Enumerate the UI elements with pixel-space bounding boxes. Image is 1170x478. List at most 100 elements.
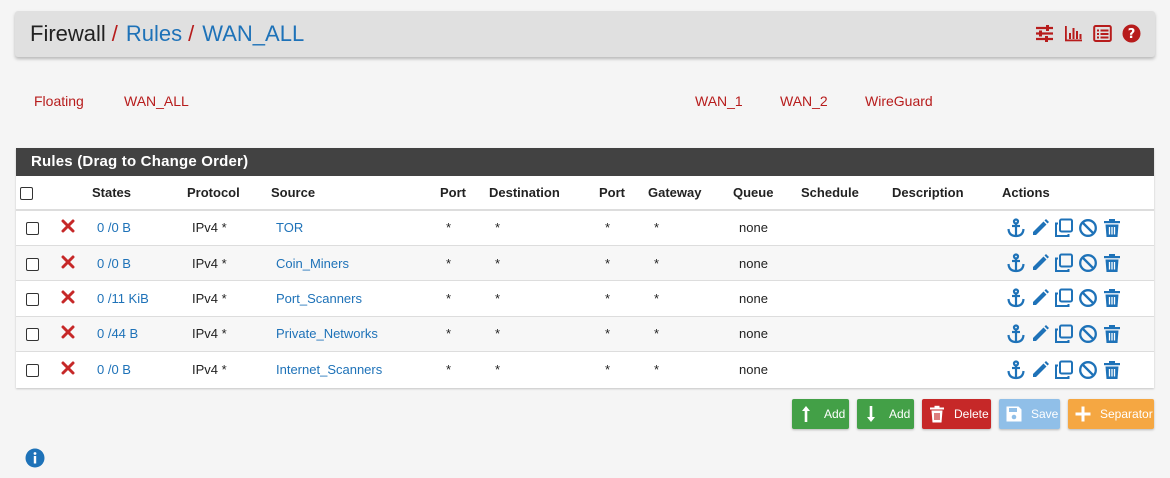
protocol-value: IPv4 * — [192, 255, 227, 271]
copy-icon[interactable] — [1054, 324, 1074, 344]
save-label: Save — [1031, 407, 1059, 421]
table-row[interactable]: 0 /0 B IPv4 * Internet_Scanners * * * * none — [16, 351, 1154, 387]
pencil-icon[interactable] — [1030, 360, 1050, 380]
select-all-checkbox[interactable] — [20, 187, 33, 201]
row-checkbox[interactable] — [26, 257, 39, 271]
source-alias-link[interactable]: TOR — [276, 220, 303, 235]
destination-port-value: * — [605, 362, 611, 377]
block-x-icon[interactable] — [61, 255, 75, 272]
source-alias-link[interactable]: Private_Networks — [276, 326, 378, 341]
copy-icon[interactable] — [1054, 218, 1074, 238]
tab-wan-1[interactable]: WAN_1 — [695, 93, 743, 109]
info-icon[interactable] — [25, 448, 45, 468]
list-icon[interactable] — [1093, 24, 1112, 43]
add-rule-top-button[interactable]: Add — [792, 399, 849, 429]
breadcrumb-wan-all-link[interactable]: WAN_ALL — [202, 21, 304, 47]
separator-label: Separator — [1100, 407, 1153, 421]
copy-icon[interactable] — [1054, 253, 1074, 273]
block-x-icon[interactable] — [61, 361, 75, 378]
source-alias-link[interactable]: Port_Scanners — [276, 291, 362, 306]
breadcrumb-rules-link[interactable]: Rules — [126, 21, 182, 47]
arrow-down-icon — [863, 405, 881, 423]
column-header-source: Source — [271, 176, 440, 211]
block-x-icon[interactable] — [61, 325, 75, 342]
protocol-value: IPv4 * — [192, 290, 227, 306]
gateway-value: * — [654, 290, 660, 306]
copy-icon[interactable] — [1054, 288, 1074, 308]
column-header-states: States — [92, 176, 187, 211]
trash-icon[interactable] — [1102, 360, 1122, 380]
pencil-icon[interactable] — [1030, 218, 1050, 238]
trash-icon[interactable] — [1102, 324, 1122, 344]
disable-icon[interactable] — [1078, 253, 1098, 273]
tab-floating[interactable]: Floating — [34, 93, 84, 109]
pencil-icon[interactable] — [1030, 288, 1050, 308]
anchor-icon[interactable] — [1006, 253, 1026, 273]
gateway-value: * — [654, 326, 660, 342]
protocol-value: IPv4 * — [192, 220, 227, 236]
column-header-queue: Queue — [733, 176, 801, 211]
breadcrumb-root: Firewall — [30, 21, 106, 46]
trash-icon[interactable] — [1102, 218, 1122, 238]
states-link[interactable]: 0 /0 B — [97, 256, 131, 271]
tab-wan-2[interactable]: WAN_2 — [780, 93, 828, 109]
delete-label: Delete — [954, 407, 989, 421]
table-row[interactable]: 0 /44 B IPv4 * Private_Networks * * * * none — [16, 315, 1154, 352]
queue-value: none — [739, 220, 768, 236]
gateway-value: * — [654, 255, 660, 271]
pencil-icon[interactable] — [1030, 253, 1050, 273]
row-checkbox[interactable] — [26, 328, 39, 342]
column-header-protocol: Protocol — [187, 176, 271, 211]
pencil-icon[interactable] — [1030, 324, 1050, 344]
table-row[interactable]: 0 /11 KiB IPv4 * Port_Scanners * * * * none — [16, 280, 1154, 317]
copy-icon[interactable] — [1054, 360, 1074, 380]
disable-icon[interactable] — [1078, 218, 1098, 238]
row-actions — [1006, 288, 1154, 308]
column-header-schedule: Schedule — [801, 176, 892, 211]
save-button[interactable]: Save — [999, 399, 1060, 429]
source-alias-link[interactable]: Internet_Scanners — [276, 362, 382, 377]
disable-icon[interactable] — [1078, 360, 1098, 380]
table-row[interactable]: 0 /0 B IPv4 * Coin_Miners * * * * none — [16, 244, 1154, 281]
anchor-icon[interactable] — [1006, 359, 1026, 380]
bottom-button-bar: Add Add Delete Save Separator — [792, 399, 1154, 429]
states-link[interactable]: 0 /0 B — [97, 220, 131, 235]
add-rule-bottom-button[interactable]: Add — [857, 399, 914, 429]
add-separator-button[interactable]: Separator — [1068, 399, 1154, 429]
bar-chart-icon[interactable] — [1064, 24, 1083, 43]
row-checkbox[interactable] — [26, 222, 39, 236]
anchor-icon[interactable] — [1006, 288, 1026, 308]
breadcrumb-separator: / — [111, 21, 118, 46]
source-port-value: * — [446, 255, 452, 271]
block-x-icon[interactable] — [61, 219, 75, 236]
states-link[interactable]: 0 /44 B — [97, 326, 138, 341]
disable-icon[interactable] — [1078, 324, 1098, 344]
source-alias-link[interactable]: Coin_Miners — [276, 256, 349, 271]
sliders-icon[interactable] — [1035, 24, 1054, 43]
delete-button[interactable]: Delete — [922, 399, 991, 429]
row-checkbox[interactable] — [26, 364, 39, 378]
gateway-value: * — [654, 220, 660, 236]
states-link[interactable]: 0 /11 KiB — [97, 291, 149, 306]
column-header-description: Description — [892, 176, 1002, 211]
gateway-value: * — [654, 362, 660, 377]
states-link[interactable]: 0 /0 B — [97, 362, 131, 377]
trash-icon[interactable] — [1102, 288, 1122, 308]
queue-value: none — [739, 290, 768, 306]
protocol-value: IPv4 * — [192, 326, 227, 342]
block-x-icon[interactable] — [61, 290, 75, 307]
help-icon[interactable]: ? — [1122, 24, 1141, 43]
disable-icon[interactable] — [1078, 288, 1098, 308]
row-checkbox[interactable] — [26, 293, 39, 306]
row-actions — [1006, 359, 1154, 380]
anchor-icon[interactable] — [1006, 324, 1026, 344]
queue-value: none — [739, 362, 768, 377]
breadcrumb-bar: Firewall / Rules / WAN_ALL ? — [15, 11, 1155, 57]
trash-icon[interactable] — [1102, 253, 1122, 273]
tab-wireguard[interactable]: WireGuard — [865, 93, 933, 109]
table-header-row: States Protocol Source Port Destination … — [16, 176, 1154, 211]
anchor-icon[interactable] — [1006, 218, 1026, 238]
protocol-value: IPv4 * — [192, 362, 227, 377]
tab-wan-all[interactable]: WAN_ALL — [124, 93, 189, 109]
table-row[interactable]: 0 /0 B IPv4 * TOR * * * * none — [16, 209, 1154, 246]
